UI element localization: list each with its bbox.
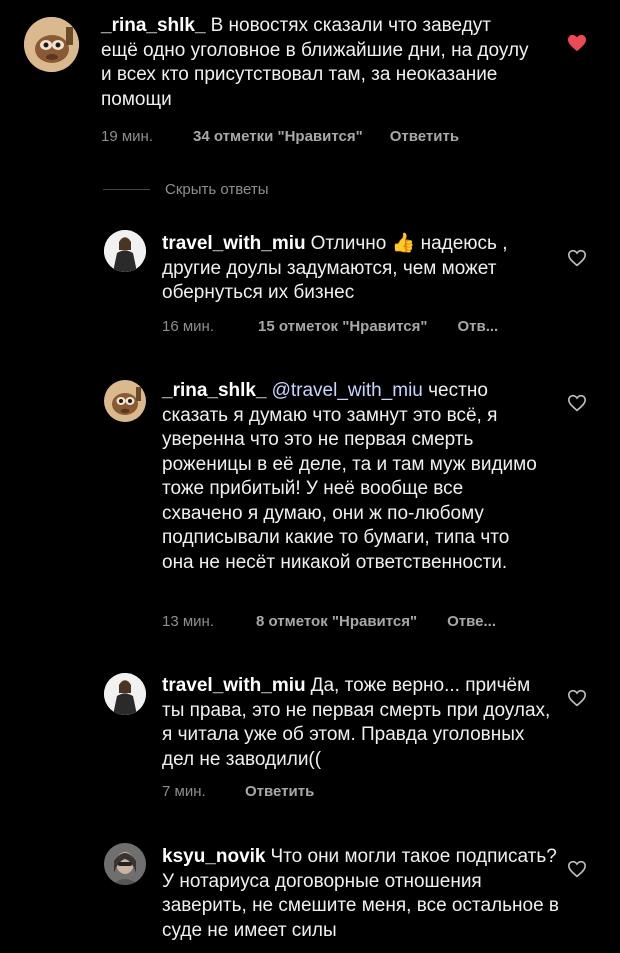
- timestamp: 16 мин.: [162, 318, 214, 335]
- comment-body-start: Отлично: [310, 233, 387, 254]
- comment-meta: 16 мин. 15 отметок "Нравится" Отв...: [162, 318, 498, 335]
- avatar[interactable]: [104, 380, 146, 422]
- avatar[interactable]: [24, 17, 79, 72]
- avatar[interactable]: [104, 230, 146, 272]
- avatar-image: [104, 230, 146, 272]
- comment-text: _rina_shlk_ @travel_with_miu честно сказа…: [162, 379, 542, 575]
- avatar-image: [24, 17, 79, 72]
- reply-button[interactable]: Отве...: [447, 613, 496, 630]
- comment-text: ksyu_novik Что они могли такое подписать?…: [162, 845, 562, 943]
- heart-outline-icon[interactable]: [567, 249, 587, 267]
- timestamp: 13 мин.: [162, 613, 214, 630]
- username[interactable]: _rina_shlk_: [101, 15, 206, 36]
- hide-replies-button[interactable]: Скрыть ответы: [103, 179, 269, 199]
- avatar[interactable]: [104, 673, 146, 715]
- comment-meta: 7 мин. Ответить: [162, 783, 314, 800]
- hide-replies-label: Скрыть ответы: [165, 180, 269, 198]
- mention-link[interactable]: @travel_with_miu: [272, 380, 423, 401]
- thumbs-up-emoji: 👍: [391, 233, 416, 254]
- avatar[interactable]: [104, 843, 146, 885]
- avatar-image: [104, 843, 146, 885]
- divider-line: [103, 188, 150, 190]
- heart-outline-icon[interactable]: [567, 860, 587, 878]
- username[interactable]: _rina_shlk_: [162, 380, 267, 401]
- timestamp: 7 мин.: [162, 783, 206, 800]
- username[interactable]: travel_with_miu: [162, 233, 306, 254]
- comment-meta: 19 мин. 34 отметки "Нравится" Ответить: [101, 128, 459, 145]
- likes-count[interactable]: 15 отметок "Нравится": [258, 318, 427, 335]
- comment-text: travel_with_miu Да, тоже верно... причём …: [162, 674, 557, 772]
- comment-meta: 13 мин. 8 отметок "Нравится" Отве...: [162, 613, 496, 630]
- username[interactable]: travel_with_miu: [162, 675, 306, 696]
- likes-count[interactable]: 8 отметок "Нравится": [256, 613, 417, 630]
- reply-button[interactable]: Ответить: [390, 128, 459, 145]
- comment-body: честно сказать я думаю что замнут это вс…: [162, 380, 537, 573]
- timestamp: 19 мин.: [101, 128, 153, 145]
- comment-text: travel_with_miu Отлично 👍 надеюсь , други…: [162, 232, 550, 306]
- likes-count[interactable]: 34 отметки "Нравится": [193, 128, 363, 145]
- heart-outline-icon[interactable]: [567, 689, 587, 707]
- reply-button[interactable]: Отв...: [457, 318, 498, 335]
- comment-text: _rina_shlk_ В новостях сказали что заведу…: [101, 14, 531, 112]
- heart-outline-icon[interactable]: [567, 394, 587, 412]
- avatar-image: [104, 380, 146, 422]
- heart-filled-icon[interactable]: [567, 34, 587, 52]
- reply-button[interactable]: Ответить: [245, 783, 314, 800]
- avatar-image: [104, 673, 146, 715]
- username[interactable]: ksyu_novik: [162, 846, 266, 867]
